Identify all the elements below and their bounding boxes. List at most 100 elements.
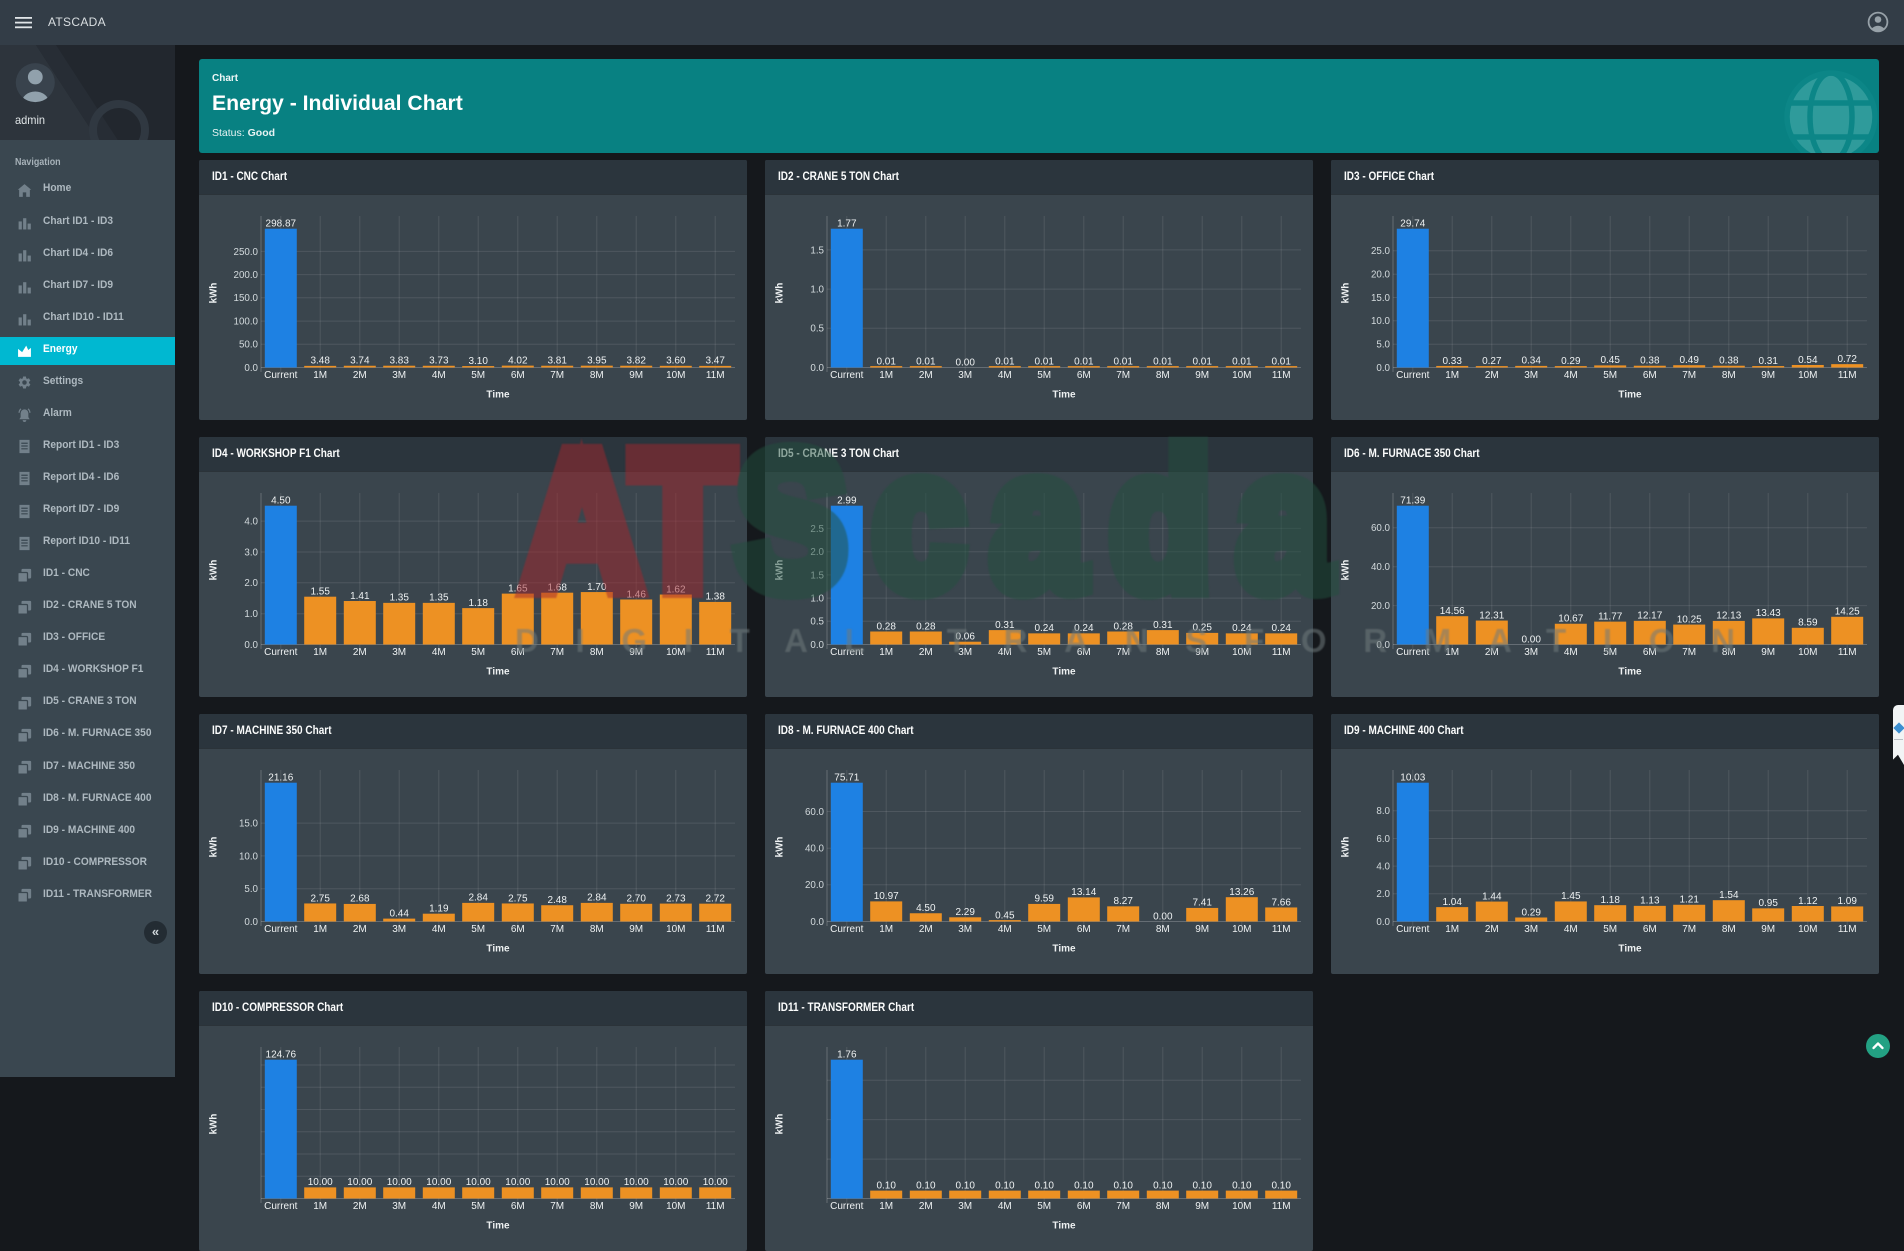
svg-text:15.0: 15.0 <box>1371 293 1391 304</box>
svg-text:5M: 5M <box>1604 647 1618 658</box>
svg-text:0.10: 0.10 <box>1074 1180 1094 1191</box>
svg-text:1.46: 1.46 <box>626 589 646 600</box>
svg-text:0.01: 0.01 <box>916 356 936 367</box>
svg-text:1.19: 1.19 <box>429 903 449 914</box>
svg-text:12.17: 12.17 <box>1638 611 1663 622</box>
svg-text:4.02: 4.02 <box>508 355 528 366</box>
svg-text:7.41: 7.41 <box>1193 898 1213 909</box>
svg-text:11.77: 11.77 <box>1598 611 1623 622</box>
svg-text:3.60: 3.60 <box>666 356 686 367</box>
svg-text:11M: 11M <box>706 924 725 935</box>
svg-text:3M: 3M <box>958 647 972 658</box>
svg-text:kWh: kWh <box>208 283 219 304</box>
svg-text:0.29: 0.29 <box>1561 356 1581 367</box>
svg-text:2.0: 2.0 <box>244 578 258 589</box>
svg-text:0.54: 0.54 <box>1798 355 1818 366</box>
svg-text:2.29: 2.29 <box>956 907 976 918</box>
svg-text:3.82: 3.82 <box>626 355 646 366</box>
svg-text:0.38: 0.38 <box>1719 355 1739 366</box>
svg-text:6M: 6M <box>1643 370 1657 381</box>
svg-text:29.74: 29.74 <box>1401 219 1426 230</box>
svg-text:2M: 2M <box>919 647 933 658</box>
svg-text:1.65: 1.65 <box>508 583 528 594</box>
svg-text:0.31: 0.31 <box>995 620 1015 631</box>
svg-text:5M: 5M <box>1604 370 1618 381</box>
svg-text:0.10: 0.10 <box>916 1180 936 1191</box>
svg-text:200.0: 200.0 <box>234 270 259 281</box>
svg-text:10.00: 10.00 <box>663 1177 688 1188</box>
svg-text:Current: Current <box>830 370 864 381</box>
svg-text:4.0: 4.0 <box>1377 861 1391 872</box>
svg-text:0.00: 0.00 <box>1522 634 1542 645</box>
svg-text:11M: 11M <box>1838 370 1857 381</box>
svg-text:Time: Time <box>1053 389 1077 400</box>
svg-text:0.0: 0.0 <box>1377 640 1391 651</box>
svg-text:1.68: 1.68 <box>547 582 567 593</box>
svg-text:7M: 7M <box>550 370 564 381</box>
svg-text:0.0: 0.0 <box>1377 917 1391 928</box>
svg-text:11M: 11M <box>706 647 725 658</box>
svg-text:10M: 10M <box>666 370 685 381</box>
svg-text:3M: 3M <box>392 1201 406 1212</box>
svg-text:6M: 6M <box>1077 370 1091 381</box>
svg-text:9M: 9M <box>1195 1201 1209 1212</box>
svg-text:kWh: kWh <box>208 1114 219 1135</box>
svg-text:40.0: 40.0 <box>805 844 825 855</box>
svg-text:5.0: 5.0 <box>244 884 258 895</box>
svg-text:5.0: 5.0 <box>1377 340 1391 351</box>
svg-text:4M: 4M <box>1564 370 1578 381</box>
svg-text:0.24: 0.24 <box>1035 623 1055 634</box>
svg-text:3M: 3M <box>958 924 972 935</box>
svg-text:1.13: 1.13 <box>1640 896 1660 907</box>
svg-text:0.10: 0.10 <box>956 1180 976 1191</box>
svg-text:1.38: 1.38 <box>705 592 725 603</box>
svg-text:71.39: 71.39 <box>1401 496 1426 507</box>
svg-text:2M: 2M <box>1485 370 1499 381</box>
svg-text:3M: 3M <box>958 1201 972 1212</box>
svg-text:1.76: 1.76 <box>837 1050 857 1061</box>
svg-text:0.10: 0.10 <box>995 1180 1015 1191</box>
svg-text:2.75: 2.75 <box>508 893 528 904</box>
svg-text:Time: Time <box>1619 666 1643 677</box>
svg-text:Current: Current <box>264 1201 298 1212</box>
svg-text:2.68: 2.68 <box>350 894 370 905</box>
svg-text:Current: Current <box>1397 924 1431 935</box>
svg-text:2.84: 2.84 <box>468 893 488 904</box>
svg-text:0.00: 0.00 <box>1153 911 1173 922</box>
svg-text:2.48: 2.48 <box>547 895 567 906</box>
svg-text:0.0: 0.0 <box>244 917 258 928</box>
svg-text:9M: 9M <box>1762 647 1776 658</box>
svg-text:1M: 1M <box>313 924 327 935</box>
svg-text:Time: Time <box>486 1220 510 1231</box>
svg-text:0.24: 0.24 <box>1232 623 1252 634</box>
svg-text:10.00: 10.00 <box>624 1177 649 1188</box>
svg-text:5M: 5M <box>471 647 485 658</box>
svg-text:kWh: kWh <box>208 837 219 858</box>
svg-text:Current: Current <box>830 647 864 658</box>
svg-text:0.10: 0.10 <box>1272 1180 1292 1191</box>
svg-text:6M: 6M <box>511 924 525 935</box>
svg-text:0.33: 0.33 <box>1443 356 1463 367</box>
svg-text:10.03: 10.03 <box>1401 773 1426 784</box>
svg-text:0.34: 0.34 <box>1522 356 1542 367</box>
svg-text:1.70: 1.70 <box>587 582 607 593</box>
svg-text:2.99: 2.99 <box>837 496 857 507</box>
svg-text:7M: 7M <box>550 647 564 658</box>
svg-text:0.31: 0.31 <box>1759 356 1779 367</box>
svg-text:9M: 9M <box>1762 370 1776 381</box>
svg-text:8.27: 8.27 <box>1114 896 1134 907</box>
svg-text:5M: 5M <box>1604 924 1618 935</box>
svg-text:2M: 2M <box>353 924 367 935</box>
svg-text:Time: Time <box>1619 943 1643 954</box>
svg-text:4M: 4M <box>432 1201 446 1212</box>
svg-text:10M: 10M <box>666 647 685 658</box>
svg-text:11M: 11M <box>706 1201 725 1212</box>
svg-text:1M: 1M <box>879 1201 893 1212</box>
svg-text:2.73: 2.73 <box>666 893 686 904</box>
svg-text:20.0: 20.0 <box>1371 270 1391 281</box>
svg-text:Time: Time <box>1053 666 1077 677</box>
svg-text:kWh: kWh <box>775 837 786 858</box>
svg-text:0.01: 0.01 <box>877 356 897 367</box>
svg-text:11M: 11M <box>1838 924 1857 935</box>
svg-text:0.01: 0.01 <box>1272 356 1292 367</box>
